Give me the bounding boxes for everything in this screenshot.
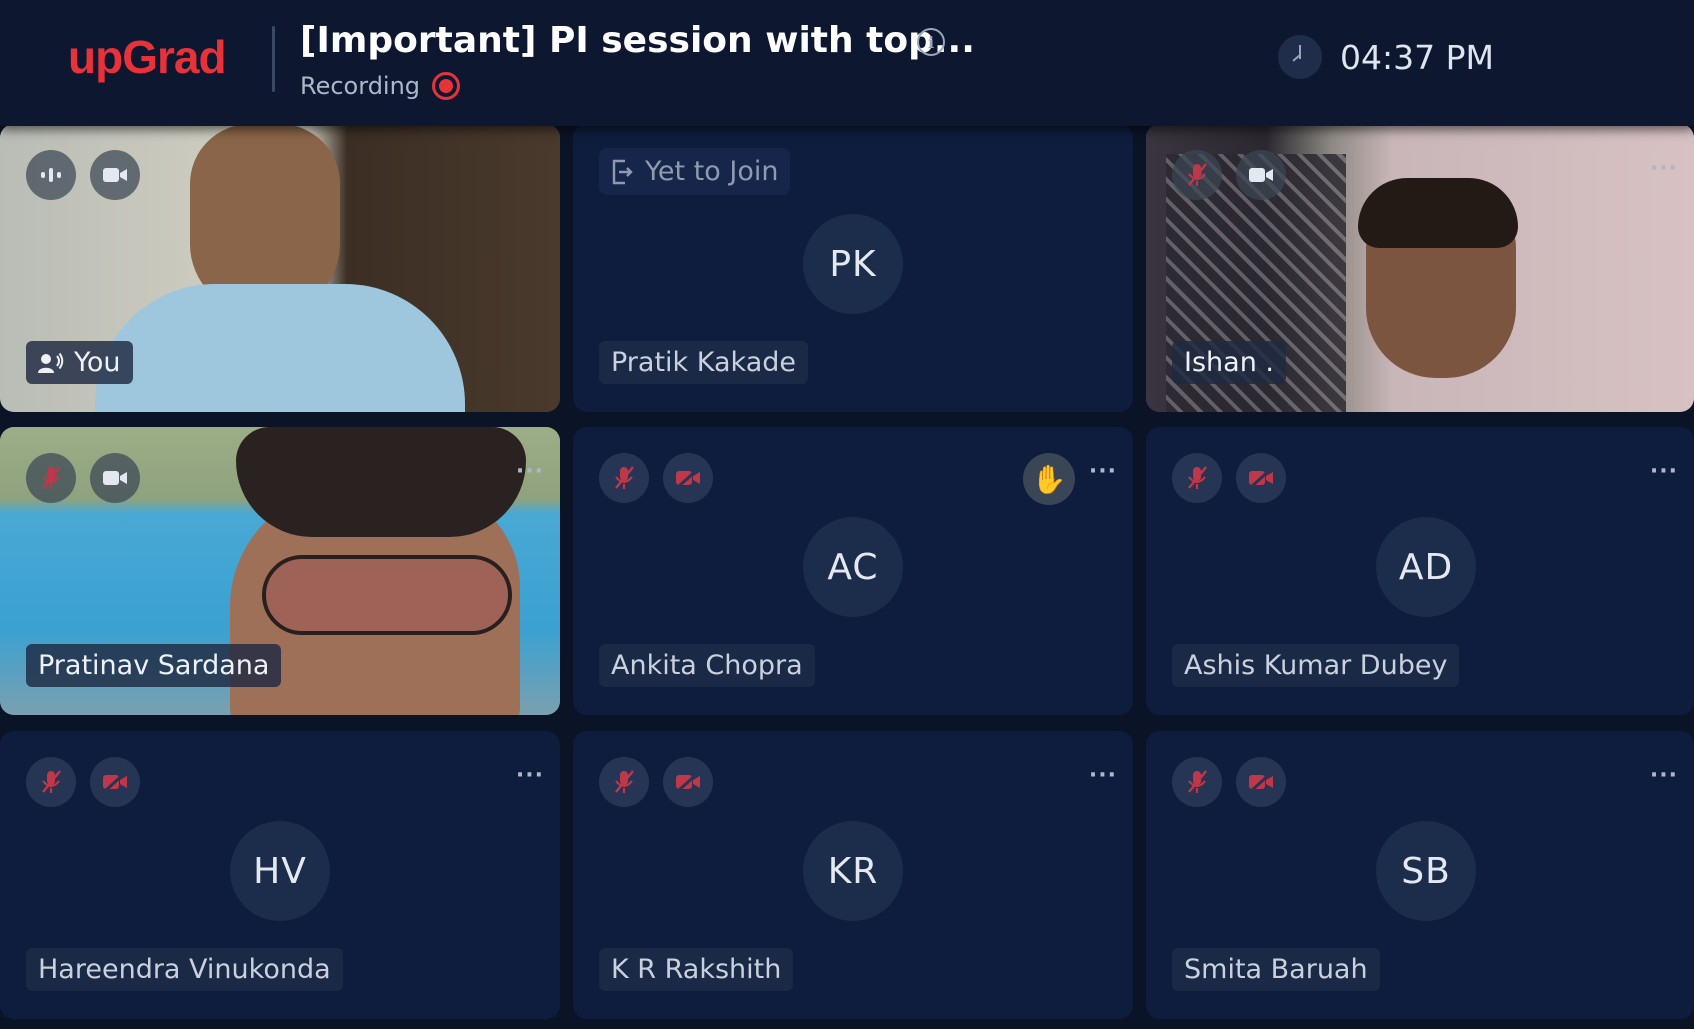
participant-tile-you[interactable]: You <box>0 124 560 412</box>
avatar: HV <box>230 821 330 921</box>
recording-dot-icon <box>432 72 461 100</box>
participant-tile-ankita-chopra[interactable]: ✋ ··· AC Ankita Chopra <box>573 427 1133 715</box>
participant-glasses <box>262 555 512 635</box>
participant-tile-ashis-kumar-dubey[interactable]: ··· AD Ashis Kumar Dubey <box>1146 427 1694 715</box>
more-options-icon[interactable]: ··· <box>1089 459 1117 484</box>
participant-tile-pratik-kakade[interactable]: Yet to Join PK Pratik Kakade <box>573 124 1133 412</box>
participant-name: You <box>74 347 121 378</box>
participant-name: K R Rakshith <box>599 948 794 991</box>
more-options-icon[interactable]: ··· <box>516 459 544 484</box>
camera-off-icon[interactable] <box>663 757 713 807</box>
camera-on-icon[interactable] <box>1236 150 1286 200</box>
mic-muted-icon[interactable] <box>26 757 76 807</box>
yet-to-join-badge: Yet to Join <box>599 148 791 195</box>
participant-name: Ankita Chopra <box>599 644 815 687</box>
participant-name: Smita Baruah <box>1172 948 1380 991</box>
participant-shirt <box>95 284 465 412</box>
avatar: PK <box>803 214 903 314</box>
participant-hair <box>236 427 526 537</box>
mic-speaking-icon[interactable] <box>26 150 76 200</box>
recording-indicator: Recording <box>300 72 461 100</box>
participant-tile-smita-baruah[interactable]: ··· SB Smita Baruah <box>1146 731 1694 1019</box>
participant-name: Ashis Kumar Dubey <box>1172 644 1460 687</box>
participant-tile-pratinav-sardana[interactable]: ··· Pratinav Sardana <box>0 427 560 715</box>
avatar: KR <box>803 821 903 921</box>
mic-muted-icon[interactable] <box>599 453 649 503</box>
mic-muted-icon[interactable] <box>1172 150 1222 200</box>
top-bar: upGrad [Important] PI session with top..… <box>0 0 1694 126</box>
participant-name: Ishan . <box>1172 341 1286 384</box>
recording-label: Recording <box>300 72 421 100</box>
more-options-icon[interactable]: ··· <box>516 763 544 788</box>
avatar: AD <box>1376 517 1476 617</box>
avatar: SB <box>1376 821 1476 921</box>
participant-tile-hareendra-vinukonda[interactable]: ··· HV Hareendra Vinukonda <box>0 731 560 1019</box>
more-options-icon[interactable]: ··· <box>1650 156 1678 181</box>
mic-muted-icon[interactable] <box>599 757 649 807</box>
yet-to-join-label: Yet to Join <box>645 156 779 187</box>
mic-muted-icon[interactable] <box>1172 453 1222 503</box>
participant-tile-ishan[interactable]: ··· Ishan . <box>1146 124 1694 412</box>
participant-hair <box>1358 178 1518 248</box>
participant-name: Pratik Kakade <box>599 341 808 384</box>
upgrad-logo: upGrad <box>68 31 227 83</box>
participant-name: Hareendra Vinukonda <box>26 948 343 991</box>
more-options-icon[interactable]: ··· <box>1650 459 1678 484</box>
header-divider <box>272 26 275 92</box>
join-door-icon <box>612 159 633 184</box>
more-options-icon[interactable]: ··· <box>1089 763 1117 788</box>
more-options-icon[interactable]: ··· <box>1650 763 1678 788</box>
mic-muted-icon[interactable] <box>26 453 76 503</box>
avatar: AC <box>803 517 903 617</box>
clock-icon <box>1278 35 1322 79</box>
raised-hand-icon: ✋ <box>1023 453 1075 505</box>
session-title: [Important] PI session with top... <box>300 20 975 61</box>
camera-off-icon[interactable] <box>663 453 713 503</box>
participant-name-chip: You <box>26 341 133 384</box>
camera-on-icon[interactable] <box>90 150 140 200</box>
session-clock: 04:37 PM <box>1278 35 1494 79</box>
camera-on-icon[interactable] <box>90 453 140 503</box>
mic-muted-icon[interactable] <box>1172 757 1222 807</box>
camera-off-icon[interactable] <box>90 757 140 807</box>
current-time: 04:37 PM <box>1340 37 1494 77</box>
camera-off-icon[interactable] <box>1236 757 1286 807</box>
speaker-icon <box>38 352 64 373</box>
camera-off-icon[interactable] <box>1236 453 1286 503</box>
participant-tile-k-r-rakshith[interactable]: ··· KR K R Rakshith <box>573 731 1133 1019</box>
info-icon[interactable]: i <box>917 28 945 56</box>
participant-name: Pratinav Sardana <box>26 644 282 687</box>
